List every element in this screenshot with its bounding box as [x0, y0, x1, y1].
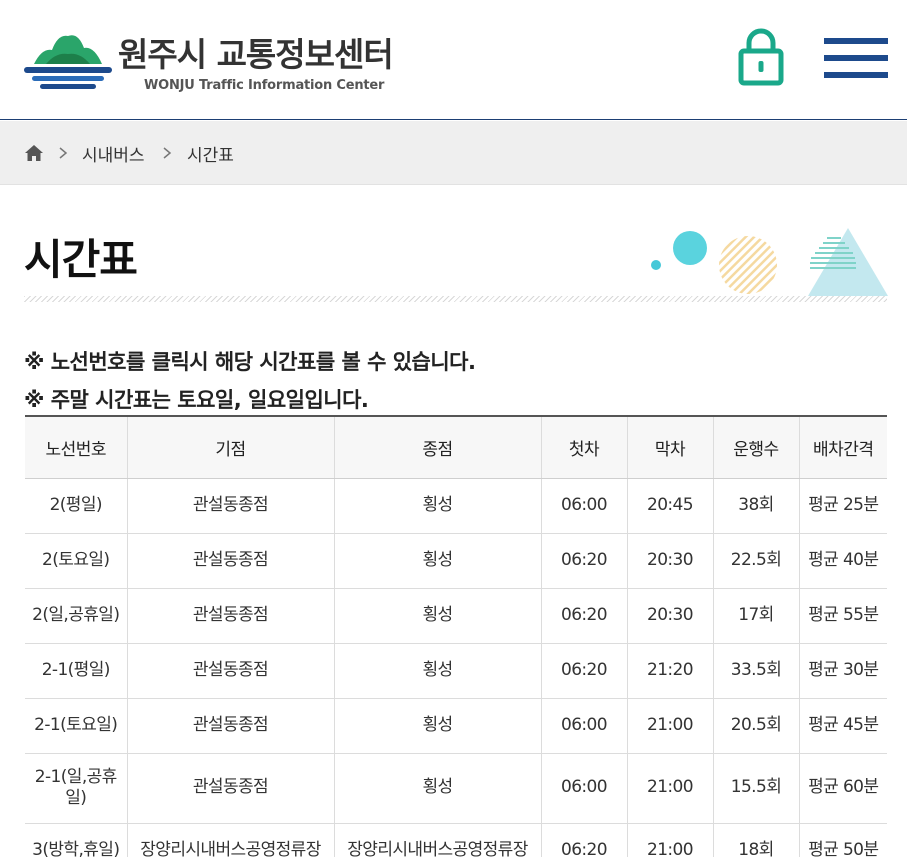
column-header-origin: 기점 — [127, 415, 335, 479]
terminus-cell: 횡성 — [334, 533, 542, 589]
terminus-cell: 횡성 — [334, 588, 542, 644]
column-header-first-bus: 첫차 — [541, 415, 628, 479]
origin-cell: 관설동종점 — [127, 478, 335, 534]
interval-cell: 평균 25분 — [799, 478, 887, 534]
column-header-terminus: 종점 — [334, 415, 542, 479]
login-button[interactable] — [736, 26, 786, 86]
trip-count-cell: 33.5회 — [713, 643, 800, 699]
interval-cell: 평균 40분 — [799, 533, 887, 589]
column-header-interval: 배차간격 — [799, 415, 887, 479]
notice-route-click: ※ 노선번호를 클릭시 해당 시간표를 볼 수 있습니다. — [24, 350, 476, 374]
first-bus-cell: 06:00 — [541, 478, 628, 534]
origin-cell: 관설동종점 — [127, 698, 335, 754]
table-header-row: 노선번호 기점 종점 첫차 막차 운행수 배차간격 — [25, 415, 887, 479]
page-title: 시간표 — [24, 235, 138, 284]
table-row[interactable]: 3(방학,휴일) 장양리시내버스공영정류장 장양리시내버스공영정류장 06:20… — [25, 823, 887, 857]
home-icon[interactable] — [24, 143, 44, 163]
first-bus-cell: 06:20 — [541, 823, 628, 857]
column-header-route: 노선번호 — [25, 415, 128, 479]
route-number-link[interactable]: 2-1(평일) — [25, 643, 128, 699]
origin-cell: 관설동종점 — [127, 643, 335, 699]
interval-cell: 평균 60분 — [799, 753, 887, 824]
table-row[interactable]: 2(토요일) 관설동종점 횡성 06:20 20:30 22.5회 평균 40분 — [25, 533, 887, 589]
route-number-link[interactable]: 2(일,공휴일) — [25, 588, 128, 644]
route-number-link[interactable]: 2-1(토요일) — [25, 698, 128, 754]
first-bus-cell: 06:20 — [541, 643, 628, 699]
route-number-link[interactable]: 3(방학,휴일) — [25, 823, 128, 857]
site-header: 원주시 교통정보센터 WONJU Traffic Information Cen… — [0, 0, 907, 120]
trip-count-cell: 22.5회 — [713, 533, 800, 589]
site-title: 원주시 교통정보센터 — [118, 35, 394, 74]
terminus-cell: 횡성 — [334, 643, 542, 699]
breadcrumb-item-timetable[interactable]: 시간표 — [187, 141, 234, 166]
last-bus-cell: 21:00 — [627, 823, 714, 857]
timetable: 노선번호 기점 종점 첫차 막차 운행수 배차간격 2(평일) 관설동종점 횡성… — [25, 415, 887, 857]
table-row[interactable]: 2-1(일,공휴일) 관설동종점 횡성 06:00 21:00 15.5회 평균… — [25, 753, 887, 824]
title-divider — [24, 296, 887, 302]
origin-cell: 장양리시내버스공영정류장 — [127, 823, 335, 857]
terminus-cell: 횡성 — [334, 478, 542, 534]
origin-cell: 관설동종점 — [127, 533, 335, 589]
route-number-link[interactable]: 2(평일) — [25, 478, 128, 534]
title-decoration — [651, 228, 888, 296]
column-header-trip-count: 운행수 — [713, 415, 800, 479]
interval-cell: 평균 55분 — [799, 588, 887, 644]
last-bus-cell: 20:30 — [627, 533, 714, 589]
first-bus-cell: 06:20 — [541, 588, 628, 644]
notice-weekend: ※ 주말 시간표는 토요일, 일요일입니다. — [24, 388, 369, 412]
trip-count-cell: 18회 — [713, 823, 800, 857]
last-bus-cell: 20:45 — [627, 478, 714, 534]
origin-cell: 관설동종점 — [127, 588, 335, 644]
last-bus-cell: 21:00 — [627, 753, 714, 824]
trip-count-cell: 15.5회 — [713, 753, 800, 824]
terminus-cell: 횡성 — [334, 753, 542, 824]
column-header-last-bus: 막차 — [627, 415, 714, 479]
first-bus-cell: 06:20 — [541, 533, 628, 589]
first-bus-cell: 06:00 — [541, 698, 628, 754]
breadcrumb-item-city-bus[interactable]: 시내버스 — [82, 141, 145, 166]
table-row[interactable]: 2(평일) 관설동종점 횡성 06:00 20:45 38회 평균 25분 — [25, 478, 887, 534]
route-number-link[interactable]: 2-1(일,공휴일) — [25, 753, 128, 824]
terminus-cell: 횡성 — [334, 698, 542, 754]
site-subtitle: WONJU Traffic Information Center — [144, 78, 385, 93]
chevron-right-icon — [163, 147, 172, 159]
site-logo[interactable]: 원주시 교통정보센터 WONJU Traffic Information Cen… — [24, 26, 424, 102]
interval-cell: 평균 30분 — [799, 643, 887, 699]
last-bus-cell: 21:00 — [627, 698, 714, 754]
trip-count-cell: 20.5회 — [713, 698, 800, 754]
first-bus-cell: 06:00 — [541, 753, 628, 824]
trip-count-cell: 38회 — [713, 478, 800, 534]
route-number-link[interactable]: 2(토요일) — [25, 533, 128, 589]
origin-cell: 관설동종점 — [127, 753, 335, 824]
table-row[interactable]: 2-1(평일) 관설동종점 횡성 06:20 21:20 33.5회 평균 30… — [25, 643, 887, 699]
table-row[interactable]: 2-1(토요일) 관설동종점 횡성 06:00 21:00 20.5회 평균 4… — [25, 698, 887, 754]
wonju-logo-icon — [24, 35, 112, 89]
hamburger-menu-icon[interactable] — [824, 36, 888, 80]
last-bus-cell: 21:20 — [627, 643, 714, 699]
lock-icon — [738, 28, 784, 86]
breadcrumb: 시내버스 시간표 — [0, 121, 907, 185]
trip-count-cell: 17회 — [713, 588, 800, 644]
table-row[interactable]: 2(일,공휴일) 관설동종점 횡성 06:20 20:30 17회 평균 55분 — [25, 588, 887, 644]
interval-cell: 평균 45분 — [799, 698, 887, 754]
interval-cell: 평균 50분 — [799, 823, 887, 857]
terminus-cell: 장양리시내버스공영정류장 — [334, 823, 542, 857]
chevron-right-icon — [59, 147, 68, 159]
last-bus-cell: 20:30 — [627, 588, 714, 644]
